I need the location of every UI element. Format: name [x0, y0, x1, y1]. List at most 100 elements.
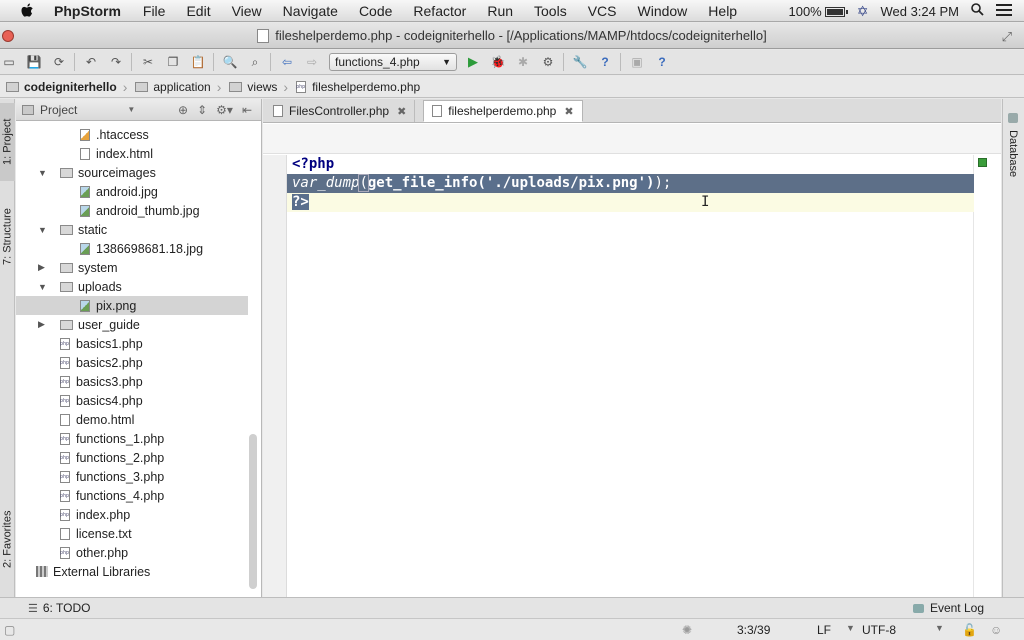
breadcrumb-project[interactable]: codeigniterhello — [0, 80, 121, 94]
close-window-button[interactable] — [2, 30, 14, 42]
menu-help[interactable]: Help — [708, 3, 737, 19]
expanded-arrow-icon[interactable]: ▼ — [38, 225, 48, 235]
tree-item[interactable]: basics4.php — [16, 391, 248, 410]
menu-file[interactable]: File — [143, 3, 166, 19]
collapsed-arrow-icon[interactable]: ▶ — [38, 262, 48, 273]
chevron-down-icon[interactable]: ▼ — [846, 623, 855, 633]
tree-item[interactable]: basics3.php — [16, 372, 248, 391]
tree-item[interactable]: index.html — [16, 144, 248, 163]
menu-view[interactable]: View — [232, 3, 262, 19]
editor-gutter[interactable] — [263, 155, 287, 597]
collapse-all-icon[interactable]: ⇕ — [197, 103, 207, 117]
notification-center-icon[interactable] — [996, 3, 1012, 19]
chevron-down-icon[interactable]: ▼ — [127, 105, 135, 114]
line-separator[interactable]: LF — [817, 623, 831, 637]
breadcrumb-views[interactable]: views — [223, 80, 281, 94]
replace-icon[interactable]: ⌕ — [246, 53, 264, 71]
battery-status[interactable]: 100% — [788, 4, 848, 19]
window-titlebar[interactable]: fileshelperdemo.php - codeigniterhello -… — [0, 23, 1024, 49]
paste-icon[interactable]: 📋 — [189, 53, 207, 71]
tree-item[interactable]: basics1.php — [16, 334, 248, 353]
menu-run[interactable]: Run — [487, 3, 513, 19]
tree-item[interactable]: External Libraries — [16, 562, 248, 581]
menu-refactor[interactable]: Refactor — [413, 3, 466, 19]
gear-icon[interactable]: ⚙▾ — [216, 103, 233, 117]
tree-item[interactable]: ▼ sourceimages — [16, 163, 248, 182]
tree-item[interactable]: license.txt — [16, 524, 248, 543]
close-icon[interactable]: ✖ — [397, 105, 406, 118]
tab-filescontroller[interactable]: FilesController.php ✖ — [265, 100, 416, 122]
fullscreen-icon[interactable]: ⤢ — [1002, 29, 1012, 45]
expanded-arrow-icon[interactable]: ▼ — [38, 282, 48, 292]
clock[interactable]: Wed 3:24 PM — [880, 4, 959, 19]
tree-item[interactable]: android_thumb.jpg — [16, 201, 248, 220]
copy-icon[interactable]: ❐ — [164, 53, 182, 71]
settings-icon[interactable]: 🔧 — [571, 53, 589, 71]
undo-icon[interactable]: ↶ — [82, 53, 100, 71]
run-with-coverage-icon[interactable]: ✱ — [514, 53, 532, 71]
debug-icon[interactable]: 🐞 — [489, 53, 507, 71]
terminal-icon[interactable]: ▣ — [628, 53, 646, 71]
run-icon[interactable]: ▶ — [464, 53, 482, 71]
star-of-david-icon[interactable]: ✡ — [857, 3, 869, 20]
help-topics-icon[interactable]: ? — [653, 53, 671, 71]
menu-vcs[interactable]: VCS — [588, 3, 617, 19]
tree-item[interactable]: ▼ uploads — [16, 277, 248, 296]
background-tasks-icon[interactable]: ✺ — [682, 623, 692, 637]
menu-app-name[interactable]: PhpStorm — [54, 3, 121, 19]
tab-project-tool[interactable]: 1: Project — [0, 103, 15, 181]
tree-item[interactable]: ▶ user_guide — [16, 315, 248, 334]
file-encoding[interactable]: UTF-8 — [862, 623, 896, 637]
run-configuration-select[interactable]: functions_4.php ▼ — [329, 53, 457, 71]
inspector-icon[interactable]: ☺ — [990, 623, 1002, 637]
menu-edit[interactable]: Edit — [186, 3, 210, 19]
spotlight-search-icon[interactable] — [971, 3, 984, 19]
breadcrumb-application[interactable]: application — [129, 80, 214, 94]
tab-event-log[interactable]: Event Log — [930, 601, 984, 615]
redo-icon[interactable]: ↷ — [107, 53, 125, 71]
chevron-down-icon[interactable]: ▼ — [935, 623, 944, 633]
tab-fileshelperdemo[interactable]: fileshelperdemo.php ✖ — [423, 100, 583, 122]
expanded-arrow-icon[interactable]: ▼ — [38, 168, 48, 178]
tree-item[interactable]: .htaccess — [16, 125, 248, 144]
back-icon[interactable]: ⇦ — [278, 53, 296, 71]
tree-item[interactable]: android.jpg — [16, 182, 248, 201]
code-editor[interactable]: <?php var_dump(get_file_info('./uploads/… — [292, 155, 671, 212]
menu-tools[interactable]: Tools — [534, 3, 567, 19]
status-toggle-icon[interactable]: ▢ — [4, 623, 15, 637]
tree-item[interactable]: basics2.php — [16, 353, 248, 372]
close-icon[interactable]: ✖ — [564, 105, 573, 118]
tree-item[interactable]: ▶ system — [16, 258, 248, 277]
tree-item[interactable]: index.php — [16, 505, 248, 524]
menu-window[interactable]: Window — [638, 3, 688, 19]
apple-icon[interactable] — [20, 3, 36, 19]
collapsed-arrow-icon[interactable]: ▶ — [38, 319, 48, 330]
open-folder-icon[interactable]: ▭ — [0, 53, 18, 71]
no-problems-icon[interactable] — [978, 158, 987, 167]
tree-item[interactable]: functions_2.php — [16, 448, 248, 467]
tree-item[interactable]: functions_4.php — [16, 486, 248, 505]
project-view-select[interactable]: Project — [40, 103, 77, 117]
tab-structure-tool[interactable]: 7: Structure — [0, 195, 15, 279]
breadcrumb-file[interactable]: fileshelperdemo.php — [290, 80, 424, 94]
tree-item[interactable]: functions_1.php — [16, 429, 248, 448]
tree-item[interactable]: pix.png — [16, 296, 248, 315]
hide-panel-icon[interactable]: ⇤ — [242, 103, 252, 117]
tab-todo[interactable]: 6: TODO — [43, 601, 91, 615]
tree-item[interactable]: demo.html — [16, 410, 248, 429]
scroll-from-source-icon[interactable]: ⊕ — [178, 103, 188, 117]
menu-code[interactable]: Code — [359, 3, 392, 19]
scrollbar[interactable] — [249, 434, 257, 589]
help-icon[interactable]: ? — [596, 53, 614, 71]
lock-icon[interactable]: 🔓 — [962, 623, 977, 637]
caret-position[interactable]: 3:3/39 — [737, 623, 770, 637]
tree-item[interactable]: other.php — [16, 543, 248, 562]
tree-item[interactable]: functions_3.php — [16, 467, 248, 486]
forward-icon[interactable]: ⇨ — [303, 53, 321, 71]
tab-database-tool[interactable]: Database — [1007, 113, 1019, 177]
save-all-icon[interactable]: 💾 — [25, 53, 43, 71]
find-icon[interactable]: 🔍 — [221, 53, 239, 71]
tree-item[interactable]: ▼ static — [16, 220, 248, 239]
attach-debugger-icon[interactable]: ⚙ — [539, 53, 557, 71]
synchronize-icon[interactable]: ⟳ — [50, 53, 68, 71]
